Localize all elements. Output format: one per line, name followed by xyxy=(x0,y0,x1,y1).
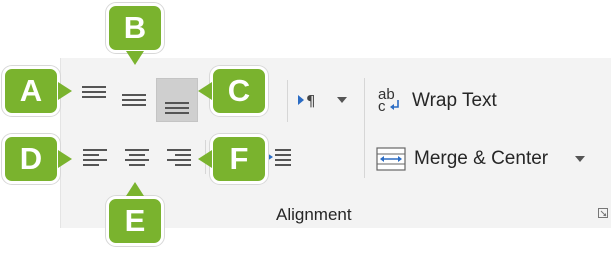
callout-e-pointer xyxy=(126,182,144,196)
callout-b-pointer xyxy=(126,51,144,65)
callout-f: F xyxy=(210,134,268,184)
wrap-text-label: Wrap Text xyxy=(412,90,497,111)
middle-align-icon xyxy=(122,94,146,106)
wrap-text-icon-bottom: c xyxy=(378,98,386,115)
align-right-icon xyxy=(167,149,191,166)
text-direction-button[interactable]: ¶ xyxy=(296,86,354,114)
callout-f-pointer xyxy=(198,150,212,168)
separator xyxy=(364,78,365,178)
callout-d-pointer xyxy=(58,150,72,168)
merge-center-label: Merge & Center xyxy=(414,148,549,169)
center-button[interactable] xyxy=(118,142,156,172)
align-left-button[interactable] xyxy=(76,142,114,172)
chevron-down-icon[interactable] xyxy=(574,155,586,163)
wrap-text-button[interactable]: ab c Wrap Text xyxy=(376,84,516,118)
wrap-text-icon: ab c xyxy=(376,86,402,116)
top-align-button[interactable] xyxy=(76,78,112,106)
merge-center-button[interactable]: Merge & Center xyxy=(376,142,606,176)
align-right-button[interactable] xyxy=(160,142,198,172)
dialog-launcher-icon[interactable] xyxy=(598,208,608,218)
callout-e: E xyxy=(106,196,164,246)
align-left-icon xyxy=(83,149,107,166)
svg-text:¶: ¶ xyxy=(306,92,316,109)
separator xyxy=(287,80,288,122)
callout-d: D xyxy=(2,134,60,184)
callout-a-pointer xyxy=(58,82,72,100)
middle-align-button[interactable] xyxy=(116,86,152,114)
bottom-align-icon xyxy=(165,102,189,114)
align-center-icon xyxy=(125,149,149,166)
callout-c-pointer xyxy=(198,82,212,100)
callout-b: B xyxy=(106,3,164,53)
callout-a: A xyxy=(2,66,60,116)
text-direction-icon: ¶ xyxy=(298,92,316,109)
top-align-icon xyxy=(82,86,106,98)
wrap-arrow-icon xyxy=(390,100,399,110)
bottom-align-button[interactable] xyxy=(156,78,198,122)
group-label: Alignment xyxy=(276,205,352,224)
increase-indent-icon xyxy=(267,149,291,166)
chevron-down-icon xyxy=(337,97,347,103)
callout-c: C xyxy=(210,66,268,116)
merge-center-icon xyxy=(376,147,406,171)
